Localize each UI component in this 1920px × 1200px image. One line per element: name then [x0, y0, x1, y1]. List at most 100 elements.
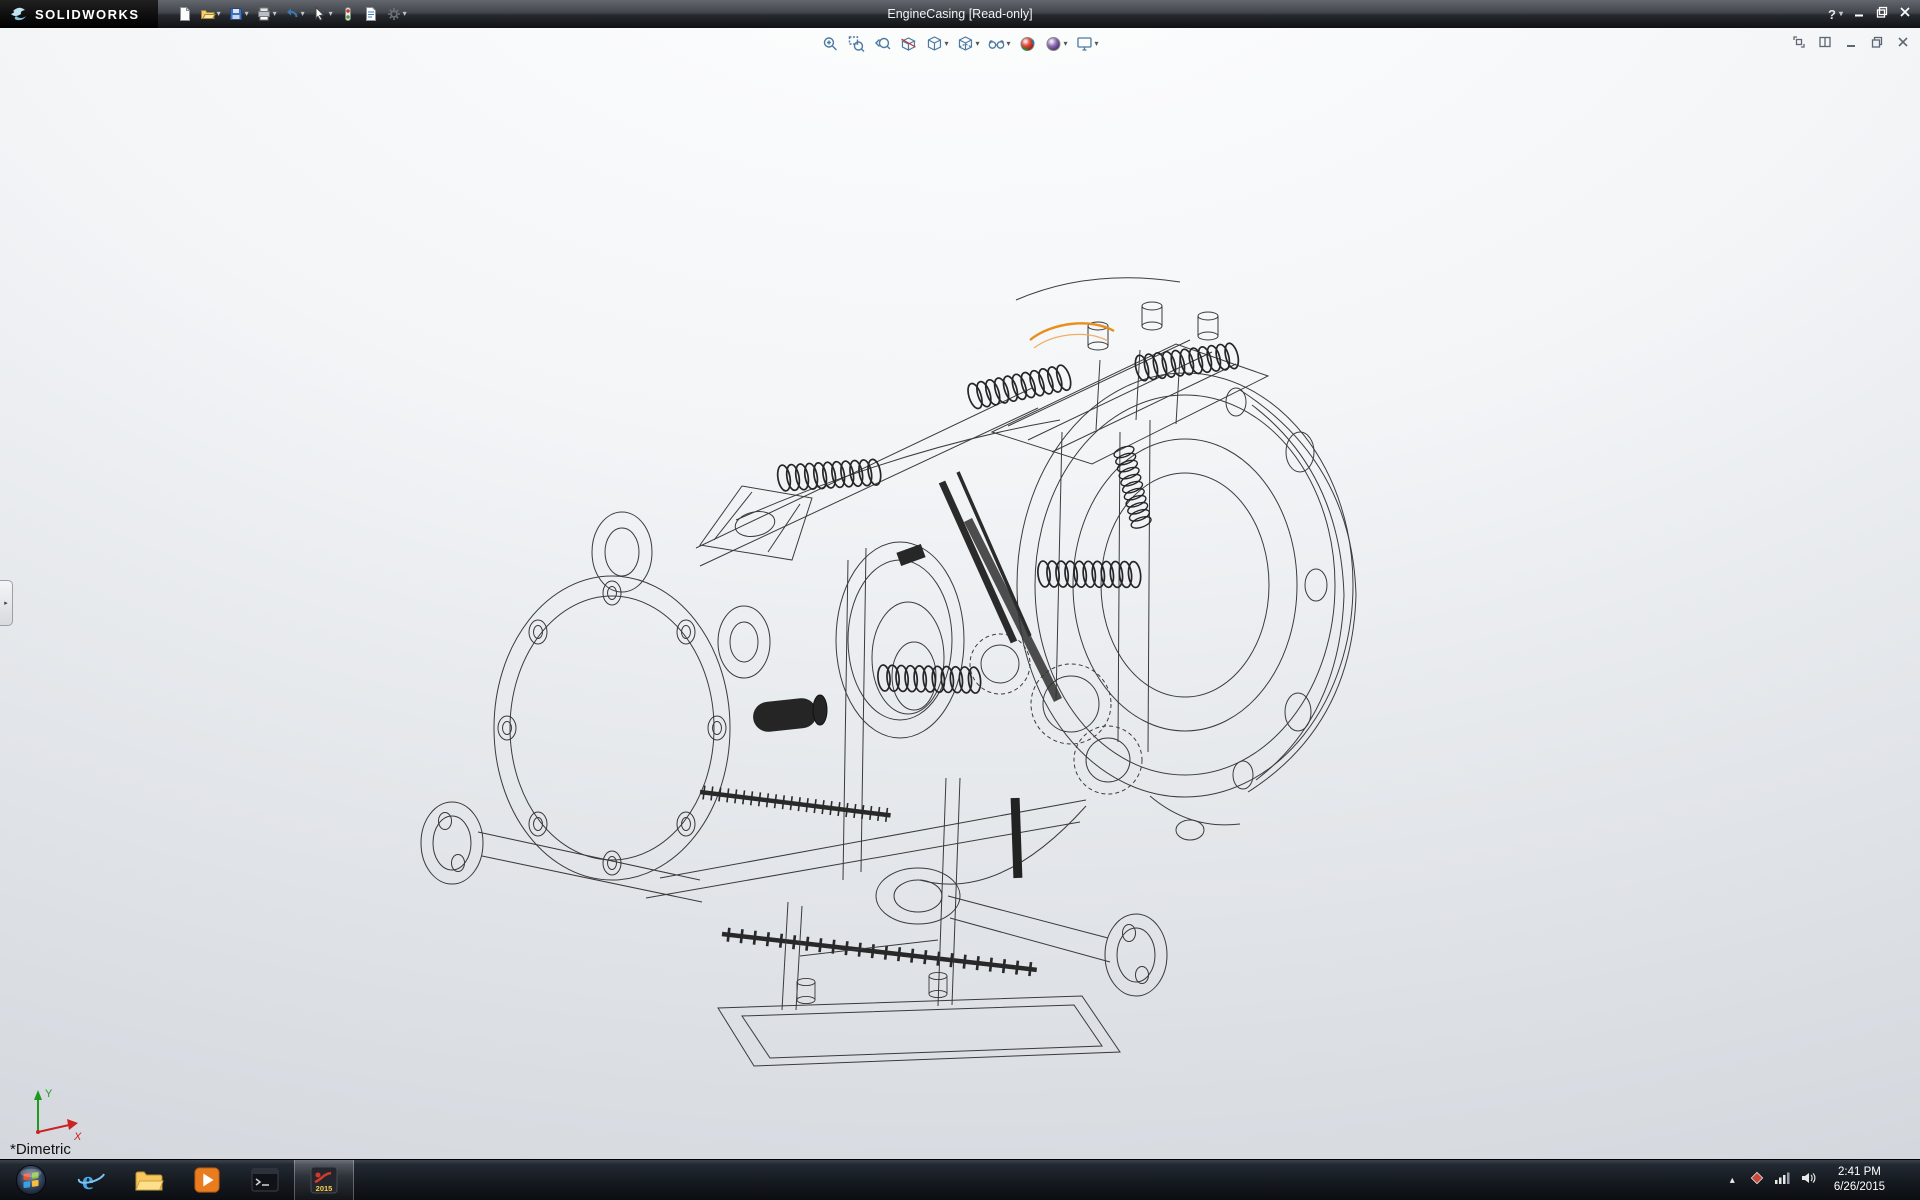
system-tray: ▴ 2:41 PM [1725, 1160, 1920, 1200]
x-axis-arrow-icon[interactable] [67, 1119, 78, 1130]
scene-sphere-icon [1045, 35, 1063, 53]
previous-view-button[interactable] [870, 33, 894, 55]
orientation-triad[interactable]: Y X [24, 1082, 88, 1146]
solidworks-version-badge: 2015 [316, 1184, 333, 1193]
chevron-down-icon[interactable]: ▾ [329, 10, 333, 18]
windows-taskbar: e [0, 1159, 1920, 1200]
select-cursor-icon [312, 6, 328, 22]
clock-date: 6/26/2015 [1834, 1180, 1885, 1195]
taskbar-item-command-window[interactable] [236, 1160, 294, 1200]
new-document-icon [177, 6, 193, 22]
solidworks-window: SOLIDWORKS ▾ [0, 0, 1920, 1200]
clock-time: 2:41 PM [1834, 1165, 1885, 1180]
view-orientation-button[interactable]: ▾ [922, 33, 951, 55]
title-bar-controls: ? ▾ [1828, 0, 1912, 28]
file-properties-icon [363, 6, 379, 22]
console-window-icon [250, 1166, 280, 1194]
rebuild-traffic-light-icon [340, 6, 356, 22]
wireframe-model[interactable] [0, 28, 1920, 1160]
media-player-icon [193, 1166, 221, 1194]
title-bar: SOLIDWORKS ▾ [0, 0, 1920, 28]
apply-scene-button[interactable]: ▾ [1042, 33, 1071, 55]
chevron-down-icon[interactable]: ▾ [245, 10, 249, 18]
panel-expand-arrow-icon: ▸ [4, 599, 8, 607]
display-style-button[interactable]: ▾ [953, 33, 982, 55]
view-orientation-label: *Dimetric [10, 1141, 71, 1158]
zoom-to-fit-button[interactable] [818, 33, 842, 55]
printer-icon [256, 6, 272, 22]
taskbar-item-internet-explorer[interactable]: e [62, 1160, 120, 1200]
solidworks-logo: SOLIDWORKS [0, 0, 158, 28]
solidworks-app-icon: 2015 [309, 1165, 339, 1195]
internet-explorer-icon: e [76, 1165, 106, 1195]
fit-window-button[interactable] [1792, 35, 1806, 54]
view-orientation-cube-icon [925, 35, 943, 53]
hide-show-items-button[interactable]: ▾ [984, 33, 1013, 55]
doc-restore-button[interactable] [1870, 35, 1884, 54]
chevron-down-icon[interactable]: ▾ [1839, 10, 1843, 18]
volume-icon[interactable] [1800, 1170, 1816, 1191]
app-name: SOLIDWORKS [35, 7, 140, 22]
undo-button[interactable]: ▾ [281, 2, 308, 26]
taskbar-item-media-player[interactable] [178, 1160, 236, 1200]
glasses-icon [987, 35, 1005, 53]
save-button[interactable]: ▾ [225, 2, 252, 26]
chevron-down-icon[interactable]: ▾ [975, 40, 979, 48]
section-view-button[interactable] [896, 33, 920, 55]
rebuild-button[interactable] [337, 2, 359, 26]
doc-close-icon [1896, 35, 1910, 49]
minimize-button[interactable] [1852, 5, 1866, 24]
chevron-down-icon[interactable]: ▾ [217, 10, 221, 18]
save-floppy-icon [228, 6, 244, 22]
restore-button[interactable] [1875, 5, 1889, 24]
tray-app-icon[interactable] [1750, 1171, 1764, 1190]
document-window-controls [1792, 35, 1910, 54]
previous-view-icon [873, 35, 891, 53]
appearance-sphere-icon [1019, 35, 1037, 53]
display-style-icon [956, 35, 974, 53]
edit-appearance-button[interactable] [1016, 33, 1040, 55]
chevron-down-icon[interactable]: ▾ [403, 10, 407, 18]
chevron-down-icon[interactable]: ▾ [1064, 40, 1068, 48]
help-label: ? [1828, 7, 1836, 22]
network-icon[interactable] [1774, 1171, 1790, 1190]
windows-orb-icon [15, 1164, 47, 1196]
view-settings-icon [1076, 35, 1094, 53]
dassault-3ds-icon [10, 6, 28, 22]
taskbar-item-solidworks-2015[interactable]: 2015 [294, 1160, 354, 1200]
open-folder-icon [200, 6, 216, 22]
zoom-to-area-button[interactable] [844, 33, 868, 55]
chevron-down-icon[interactable]: ▾ [1095, 40, 1099, 48]
graphics-area[interactable]: ▾ ▾ ▾ [0, 28, 1920, 1160]
view-settings-button[interactable]: ▾ [1073, 33, 1102, 55]
start-button[interactable] [0, 1160, 62, 1200]
pane-layout-icon [1818, 35, 1832, 49]
taskbar-item-file-explorer[interactable] [120, 1160, 178, 1200]
zoom-to-fit-icon [821, 35, 839, 53]
heads-up-view-toolbar: ▾ ▾ ▾ [818, 33, 1101, 55]
doc-minimize-icon [1844, 35, 1858, 49]
taskbar-clock[interactable]: 2:41 PM 6/26/2015 [1826, 1165, 1893, 1195]
new-document-button[interactable] [174, 2, 196, 26]
close-button[interactable] [1898, 5, 1912, 24]
y-axis-label: Y [45, 1088, 53, 1100]
chevron-down-icon[interactable]: ▾ [1006, 40, 1010, 48]
options-gear-icon [386, 6, 402, 22]
select-button[interactable]: ▾ [309, 2, 336, 26]
open-button[interactable]: ▾ [197, 2, 224, 26]
doc-minimize-button[interactable] [1844, 35, 1858, 54]
help-button[interactable]: ? ▾ [1828, 7, 1843, 22]
doc-close-button[interactable] [1896, 35, 1910, 54]
pane-layout-button[interactable] [1818, 35, 1832, 54]
featuremanager-collapse-tab[interactable]: ▸ [0, 580, 13, 626]
chevron-down-icon[interactable]: ▾ [301, 10, 305, 18]
file-properties-button[interactable] [360, 2, 382, 26]
x-axis-label: X [73, 1131, 82, 1143]
y-axis-arrow-icon[interactable] [34, 1090, 42, 1100]
chevron-down-icon[interactable]: ▾ [944, 40, 948, 48]
chevron-down-icon[interactable]: ▾ [273, 10, 277, 18]
print-button[interactable]: ▾ [253, 2, 280, 26]
show-hidden-icons-button[interactable]: ▴ [1725, 1175, 1740, 1186]
options-button[interactable]: ▾ [383, 2, 410, 26]
section-view-icon [899, 35, 917, 53]
